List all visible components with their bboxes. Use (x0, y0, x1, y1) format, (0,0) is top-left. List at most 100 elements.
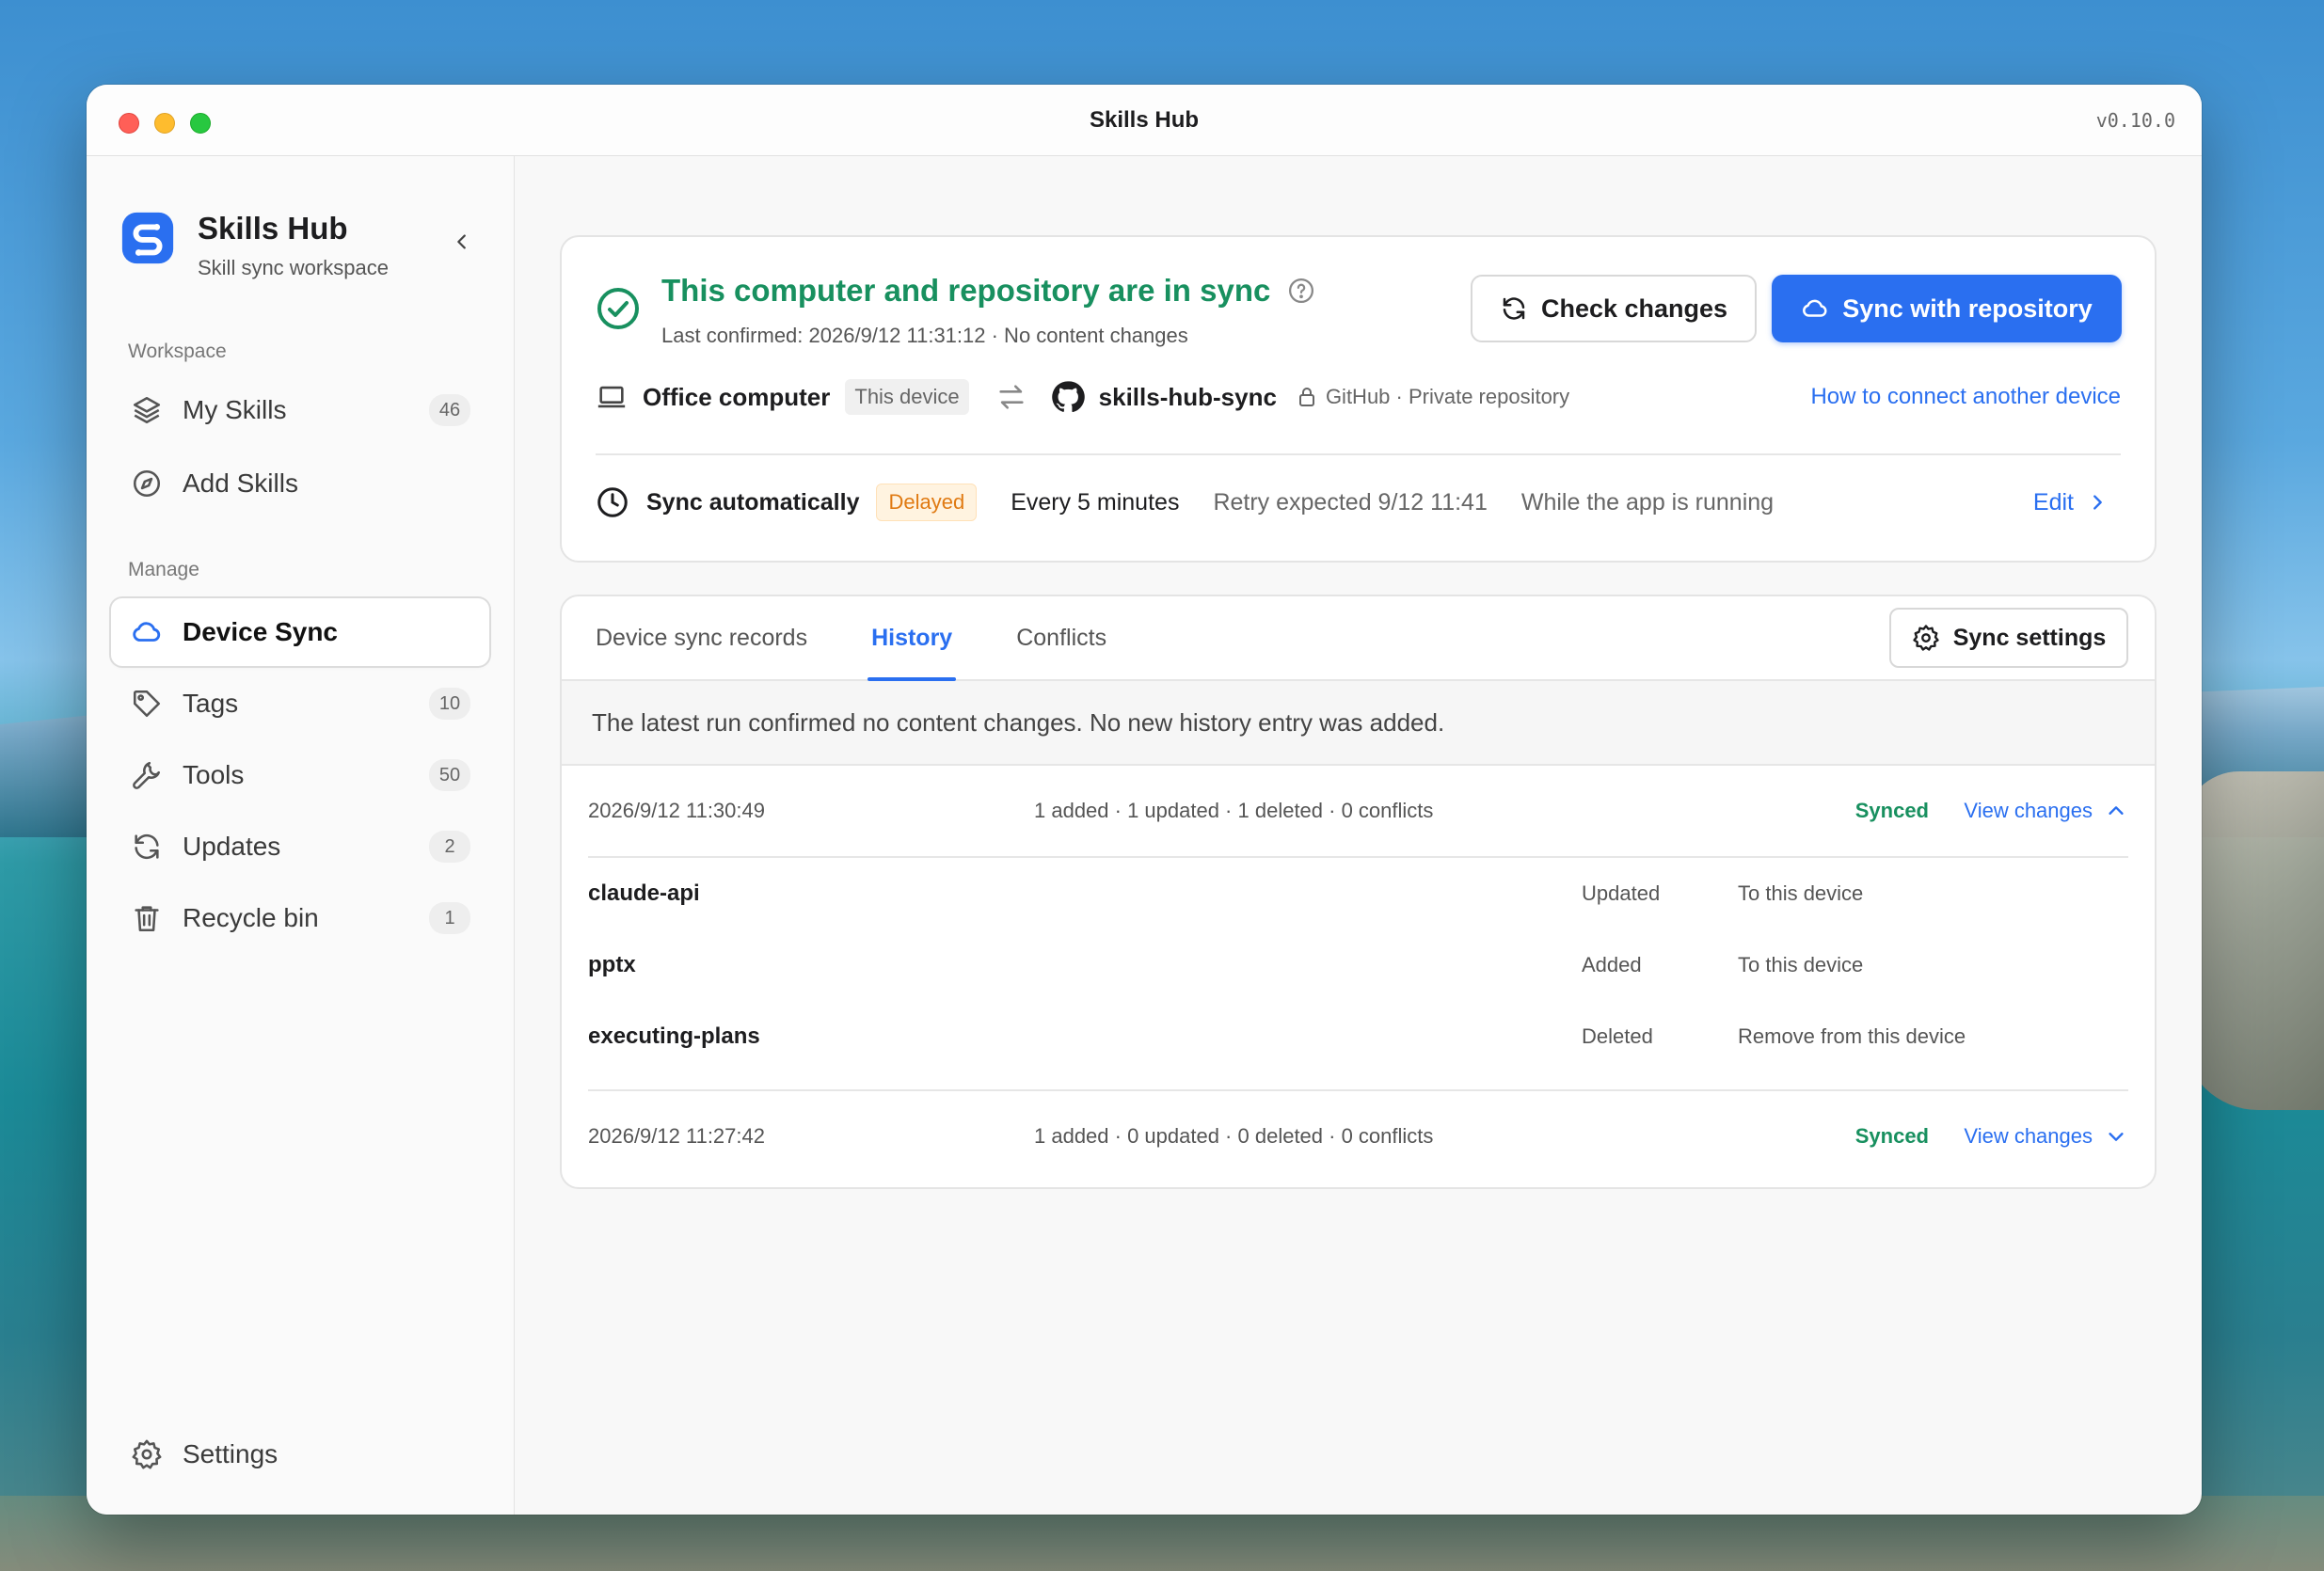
cloud-icon (1801, 294, 1829, 323)
change-type: Deleted (1582, 1024, 1653, 1048)
status-divider (596, 453, 2121, 455)
sidebar-item-label: Tags (183, 689, 239, 718)
change-item: claude-api Updated To this device (588, 858, 2128, 929)
brand-name: Skills Hub (198, 211, 348, 246)
sidebar-item-count: 2 (429, 831, 470, 863)
sidebar-item-settings[interactable]: Settings (111, 1420, 489, 1488)
sidebar-item-count: 50 (429, 759, 470, 791)
title-bar: Skills Hub v0.10.0 (87, 85, 2202, 156)
refresh-icon (1500, 294, 1528, 323)
change-target: To this device (1738, 881, 1864, 905)
sync-with-repository-button[interactable]: Sync with repository (1772, 275, 2122, 342)
device-repository-row: Office computer This device skills-hub-s… (596, 365, 2121, 429)
retry-expected: Retry expected 9/12 11:41 (1213, 488, 1488, 516)
history-tabs: Device sync records History Conflicts Sy… (562, 596, 2155, 681)
view-changes-label: View changes (1964, 799, 2093, 822)
close-window-button[interactable] (119, 113, 139, 134)
tab-device-sync-records[interactable]: Device sync records (592, 596, 811, 679)
sync-settings-label: Sync settings (1952, 624, 2107, 651)
check-circle-icon (597, 288, 639, 329)
auto-sync-title: Sync automatically (646, 488, 860, 516)
app-window: Skills Hub v0.10.0 Skills Hub Skill sync… (87, 85, 2202, 1515)
change-type: Updated (1582, 881, 1661, 905)
connect-device-link[interactable]: How to connect another device (1810, 384, 2121, 410)
history-run-row: 2026/9/12 11:30:49 1 added · 1 updated ·… (562, 766, 2155, 856)
sidebar-item-count: 10 (429, 688, 470, 720)
layers-icon (130, 393, 164, 427)
window-title: Skills Hub (1089, 106, 1200, 133)
run-time: 2026/9/12 11:30:49 (588, 799, 765, 822)
view-changes-button[interactable]: View changes (1964, 1124, 2126, 1149)
swap-arrows-icon (995, 381, 1027, 413)
wrench-icon (130, 758, 164, 792)
check-changes-label: Check changes (1540, 294, 1728, 323)
sync-with-repository-label: Sync with repository (1842, 294, 2093, 323)
lock-icon (1296, 386, 1318, 408)
main-content: This computer and repository are in sync… (515, 156, 2202, 1515)
chevron-left-icon (457, 234, 466, 249)
sync-status-card: This computer and repository are in sync… (560, 235, 2157, 563)
sync-settings-button[interactable]: Sync settings (1889, 608, 2128, 668)
sync-frequency: Every 5 minutes (1011, 488, 1180, 516)
change-skill-name: pptx (588, 952, 636, 977)
view-changes-label: View changes (1964, 1124, 2093, 1148)
history-notice: The latest run confirmed no content chan… (562, 681, 2155, 766)
edit-label: Edit (2032, 488, 2074, 516)
tab-history[interactable]: History (868, 596, 957, 681)
workspace-section-label: Workspace (128, 341, 227, 362)
cloud-icon (130, 615, 164, 649)
chevron-down-icon (2106, 1126, 2126, 1147)
run-time: 2026/9/12 11:27:42 (588, 1124, 765, 1148)
change-skill-name: claude-api (588, 881, 700, 906)
view-changes-button[interactable]: View changes (1964, 799, 2126, 823)
sidebar-item-tags[interactable]: Tags 10 (111, 670, 489, 738)
last-confirmed-text: Last confirmed: 2026/9/12 11:31:12 · No … (661, 324, 1188, 347)
tag-icon (130, 687, 164, 721)
sidebar-item-add-skills[interactable]: Add Skills (111, 450, 489, 517)
history-run-row: 2026/9/12 11:27:42 1 added · 0 updated ·… (562, 1091, 2155, 1182)
sidebar: Skills Hub Skill sync workspace Workspac… (87, 156, 515, 1515)
zoom-window-button[interactable] (190, 113, 211, 134)
run-summary: 1 added · 0 updated · 0 deleted · 0 conf… (1034, 1124, 1434, 1148)
sidebar-item-count: 1 (429, 902, 470, 934)
manage-section-label: Manage (128, 559, 199, 580)
edit-auto-sync-link[interactable]: Edit (2033, 489, 2108, 516)
repository-name: skills-hub-sync (1098, 382, 1277, 411)
help-icon[interactable] (1287, 277, 1315, 305)
chevron-right-icon (2087, 492, 2108, 513)
refresh-icon (130, 830, 164, 864)
sync-history-card: Device sync records History Conflicts Sy… (560, 595, 2157, 1189)
run-status: Synced (1854, 1124, 1929, 1148)
sidebar-item-count: 46 (429, 394, 470, 426)
gear-icon (1912, 624, 1940, 652)
collapse-sidebar-button[interactable] (448, 228, 476, 256)
run-changes-list: claude-api Updated To this device pptx A… (588, 856, 2128, 1091)
sync-status-text: This computer and repository are in sync (661, 273, 1271, 308)
sidebar-item-label: Updates (183, 832, 281, 861)
device-name: Office computer (643, 382, 831, 411)
sidebar-item-label: Tools (183, 760, 245, 789)
chevron-up-icon (2106, 801, 2126, 821)
change-target: Remove from this device (1738, 1024, 1966, 1048)
run-status: Synced (1854, 799, 1929, 822)
sidebar-item-updates[interactable]: Updates 2 (111, 813, 489, 881)
sidebar-item-label: Device Sync (183, 617, 338, 646)
sidebar-item-recycle-bin[interactable]: Recycle bin 1 (111, 884, 489, 952)
window-controls (119, 113, 211, 134)
sync-status-title: This computer and repository are in sync (661, 273, 1315, 309)
minimize-window-button[interactable] (154, 113, 175, 134)
compass-icon (130, 467, 164, 500)
check-changes-button[interactable]: Check changes (1471, 275, 1757, 342)
sidebar-item-device-sync[interactable]: Device Sync (111, 598, 489, 666)
app-version: v0.10.0 (2095, 109, 2175, 132)
gear-icon (130, 1437, 164, 1471)
change-skill-name: executing-plans (588, 1024, 760, 1049)
change-target: To this device (1738, 953, 1864, 976)
change-item: executing-plans Deleted Remove from this… (588, 1001, 2128, 1072)
auto-sync-row: Sync automatically Delayed Every 5 minut… (596, 470, 2121, 534)
sidebar-item-tools[interactable]: Tools 50 (111, 741, 489, 809)
tab-conflicts[interactable]: Conflicts (1012, 596, 1110, 679)
sidebar-item-my-skills[interactable]: My Skills 46 (111, 376, 489, 444)
laptop-icon (597, 386, 626, 408)
change-item: pptx Added To this device (588, 929, 2128, 1001)
